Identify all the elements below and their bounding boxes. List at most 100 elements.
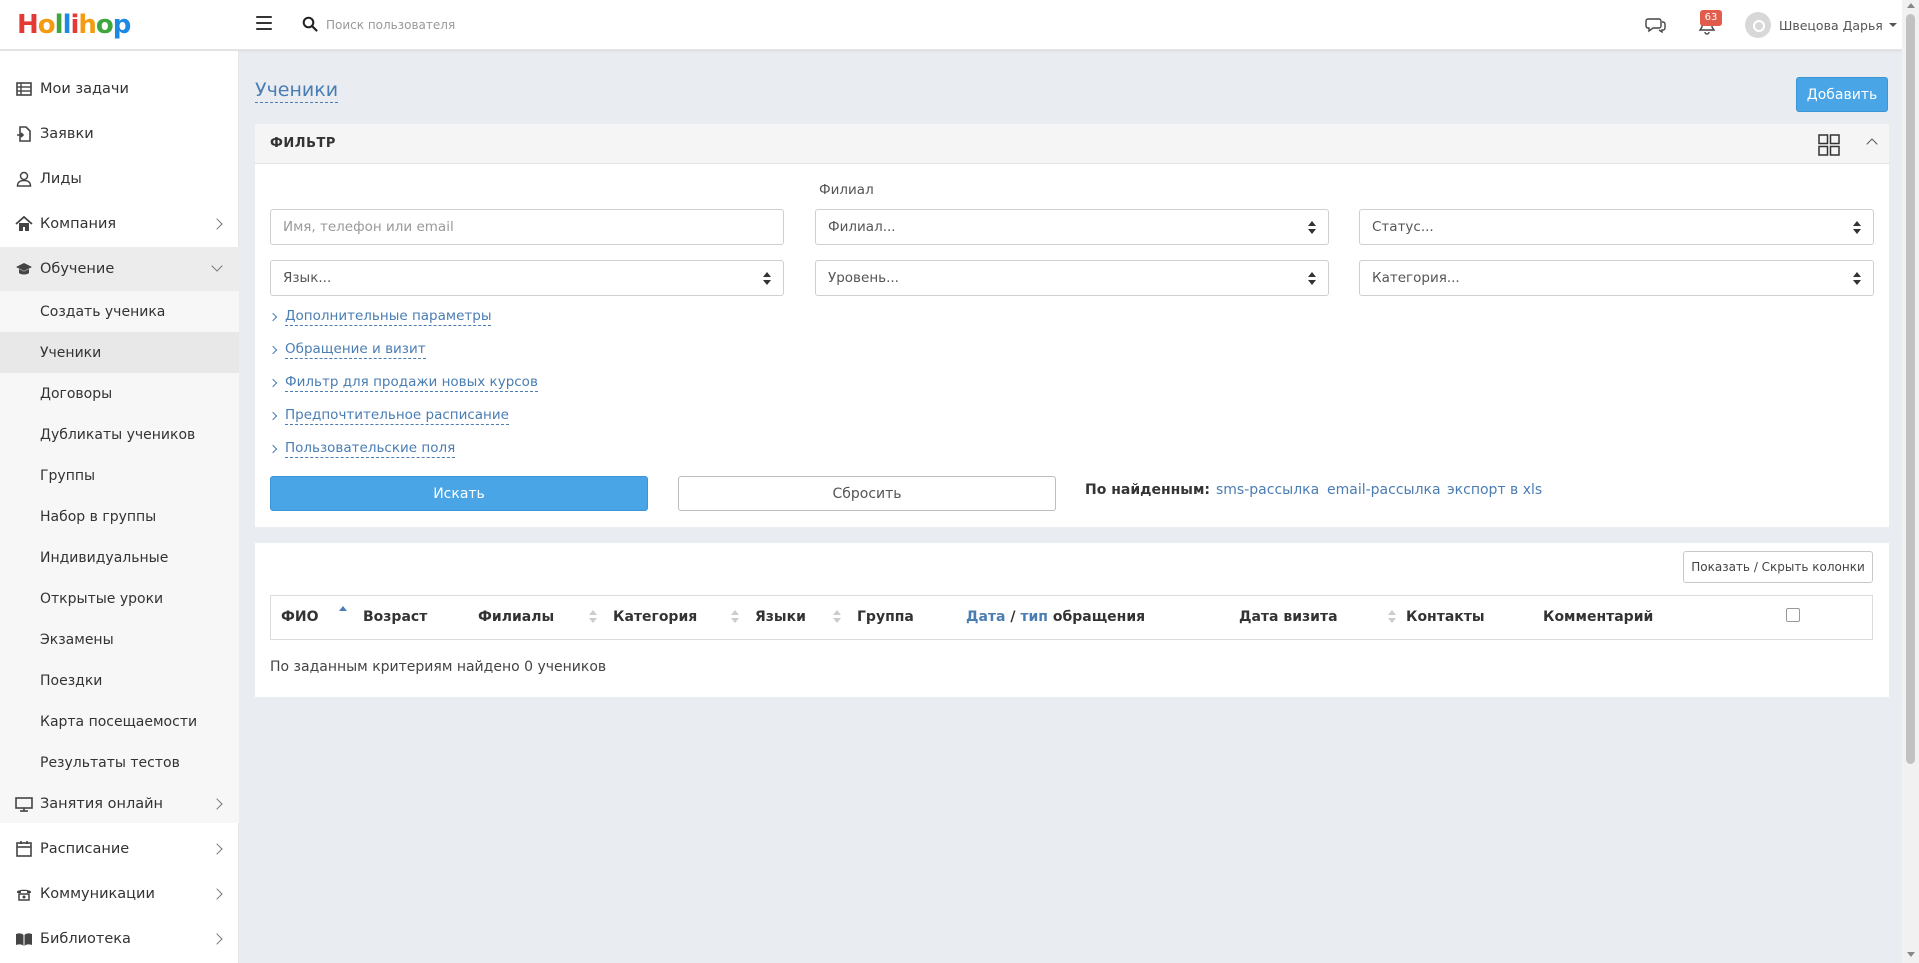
sidebar-item-label: Компания (40, 216, 117, 232)
logo-letter: o (95, 10, 114, 40)
sort-icon[interactable] (1388, 609, 1396, 625)
sidebar-subitem-open-lessons[interactable]: Открытые уроки (0, 578, 239, 619)
sidebar-subitem-label: Договоры (40, 385, 113, 402)
scroll-up-arrow-icon[interactable] (1907, 3, 1915, 8)
expander-appeal-visit[interactable]: Обращение и визит (268, 340, 426, 360)
sidebar-subitem-contracts[interactable]: Договоры (0, 373, 239, 414)
chevron-up-icon[interactable] (1866, 138, 1878, 150)
sidebar-subitem-exams[interactable]: Экзамены (0, 619, 239, 660)
select-arrows-icon (1853, 272, 1861, 286)
column-contacts: Контакты (1406, 609, 1485, 625)
logo[interactable]: Hollihop (17, 8, 132, 42)
sidebar-item-company[interactable]: Компания (0, 202, 239, 246)
category-select[interactable]: Категория... (1359, 260, 1874, 296)
sidebar-subitem-group-enrollment[interactable]: Набор в группы (0, 496, 239, 537)
select-all-checkbox[interactable] (1786, 608, 1800, 622)
sidebar-subitem-trips[interactable]: Поездки (0, 660, 239, 701)
caret-down-icon (1888, 23, 1897, 27)
column-branches[interactable]: Филиалы (478, 609, 554, 625)
sidebar-item-library[interactable]: Библиотека (0, 917, 239, 961)
scrollbar-thumb[interactable] (1906, 14, 1915, 764)
status-select-value: Статус... (1372, 219, 1434, 235)
email-mailing-link[interactable]: email-рассылка (1327, 482, 1441, 498)
sidebar-subitem-label: Экзамены (40, 631, 114, 648)
home-icon (15, 215, 33, 231)
sort-by-type-link[interactable]: тип (1020, 609, 1048, 625)
logo-letter: H (17, 10, 39, 40)
sidebar-subitem-duplicates[interactable]: Дубликаты учеников (0, 414, 239, 455)
expander-label: Дополнительные параметры (285, 308, 492, 326)
notification-badge[interactable]: 63 (1700, 10, 1722, 26)
sidebar-subitem-label: Дубликаты учеников (40, 426, 196, 443)
column-group[interactable]: Группа (857, 609, 914, 625)
language-select[interactable]: Язык... (270, 260, 784, 296)
chevron-right-icon (268, 312, 278, 322)
expander-label: Предпочтительное расписание (285, 407, 509, 425)
sort-asc-icon[interactable] (339, 606, 347, 625)
sidebar-item-requests[interactable]: Заявки (0, 112, 239, 156)
toggle-columns-button[interactable]: Показать / Скрыть колонки (1683, 551, 1873, 583)
sidebar-item-education[interactable]: Обучение (0, 247, 239, 291)
chat-icon[interactable] (1645, 15, 1667, 35)
expander-custom-fields[interactable]: Пользовательские поля (268, 439, 456, 459)
header-separator: / (1005, 609, 1021, 625)
sidebar-subitem-test-results[interactable]: Результаты тестов (0, 742, 239, 783)
search-icon (302, 16, 318, 32)
sidebar-subitem-groups[interactable]: Группы (0, 455, 239, 496)
branch-select[interactable]: Филиал... (815, 209, 1329, 245)
sort-icon[interactable] (589, 609, 597, 625)
status-select[interactable]: Статус... (1359, 209, 1874, 245)
column-visit-date[interactable]: Дата визита (1239, 609, 1338, 625)
sidebar-subitem-attendance-map[interactable]: Карта посещаемости (0, 701, 239, 742)
expander-new-courses[interactable]: Фильтр для продажи новых курсов (268, 373, 538, 393)
chevron-right-icon (268, 345, 278, 355)
export-xls-link[interactable]: экспорт в xls (1447, 482, 1542, 498)
expander-label: Пользовательские поля (285, 440, 456, 458)
sort-icon[interactable] (731, 609, 739, 625)
request-icon (17, 126, 31, 142)
column-fio[interactable]: ФИО (281, 609, 319, 625)
sidebar-item-label: Мои задачи (40, 81, 129, 97)
user-search-input[interactable] (326, 14, 626, 36)
logo-letter: o (37, 10, 56, 40)
sort-by-date-link[interactable]: Дата (966, 609, 1005, 625)
top-bar: Hollihop 63 Швецова Дарья (0, 0, 1902, 50)
page-title[interactable]: Ученики (255, 78, 339, 103)
language-select-value: Язык... (283, 270, 332, 286)
chevron-right-icon (268, 444, 278, 454)
sidebar-item-schedule[interactable]: Расписание (0, 827, 239, 871)
sms-mailing-link[interactable]: sms-рассылка (1216, 482, 1319, 498)
logo-letter: h (78, 10, 96, 40)
logo-letter: p (112, 10, 132, 40)
sidebar-item-online-classes[interactable]: Занятия онлайн (0, 782, 239, 826)
monitor-icon (15, 797, 33, 812)
sidebar-item-label: Коммуникации (40, 886, 155, 902)
reset-button[interactable]: Сбросить (678, 476, 1056, 511)
book-icon (16, 933, 32, 946)
column-age[interactable]: Возраст (363, 609, 427, 625)
expander-preferred-schedule[interactable]: Предпочтительное расписание (268, 406, 509, 426)
sidebar-subitem-create-student[interactable]: Создать ученика (0, 291, 239, 332)
column-languages[interactable]: Языки (755, 609, 806, 625)
page-scrollbar[interactable] (1902, 0, 1919, 963)
results-panel: Показать / Скрыть колонки ФИО Возраст Фи… (255, 543, 1889, 697)
search-button[interactable]: Искать (270, 476, 648, 511)
user-menu[interactable]: Швецова Дарья (1745, 12, 1897, 38)
sidebar-item-communications[interactable]: Коммуникации (0, 872, 239, 916)
column-category[interactable]: Категория (613, 609, 697, 625)
name-phone-email-input[interactable] (270, 209, 784, 245)
scroll-down-arrow-icon[interactable] (1907, 952, 1915, 957)
user-icon (16, 171, 32, 187)
sidebar-item-label: Расписание (40, 841, 130, 857)
sidebar-subitem-students[interactable]: Ученики (0, 332, 239, 373)
sidebar-subitem-individual[interactable]: Индивидуальные (0, 537, 239, 578)
sort-icon[interactable] (833, 609, 841, 625)
expander-additional-params[interactable]: Дополнительные параметры (268, 307, 492, 327)
add-button[interactable]: Добавить (1796, 77, 1888, 112)
sidebar-item-leads[interactable]: Лиды (0, 157, 239, 201)
sidebar-item-my-tasks[interactable]: Мои задачи (0, 67, 239, 111)
sidebar-item-label: Заявки (40, 126, 94, 142)
menu-toggle-icon[interactable] (256, 16, 272, 30)
grid-layout-icon[interactable] (1818, 134, 1840, 156)
level-select[interactable]: Уровень... (815, 260, 1329, 296)
